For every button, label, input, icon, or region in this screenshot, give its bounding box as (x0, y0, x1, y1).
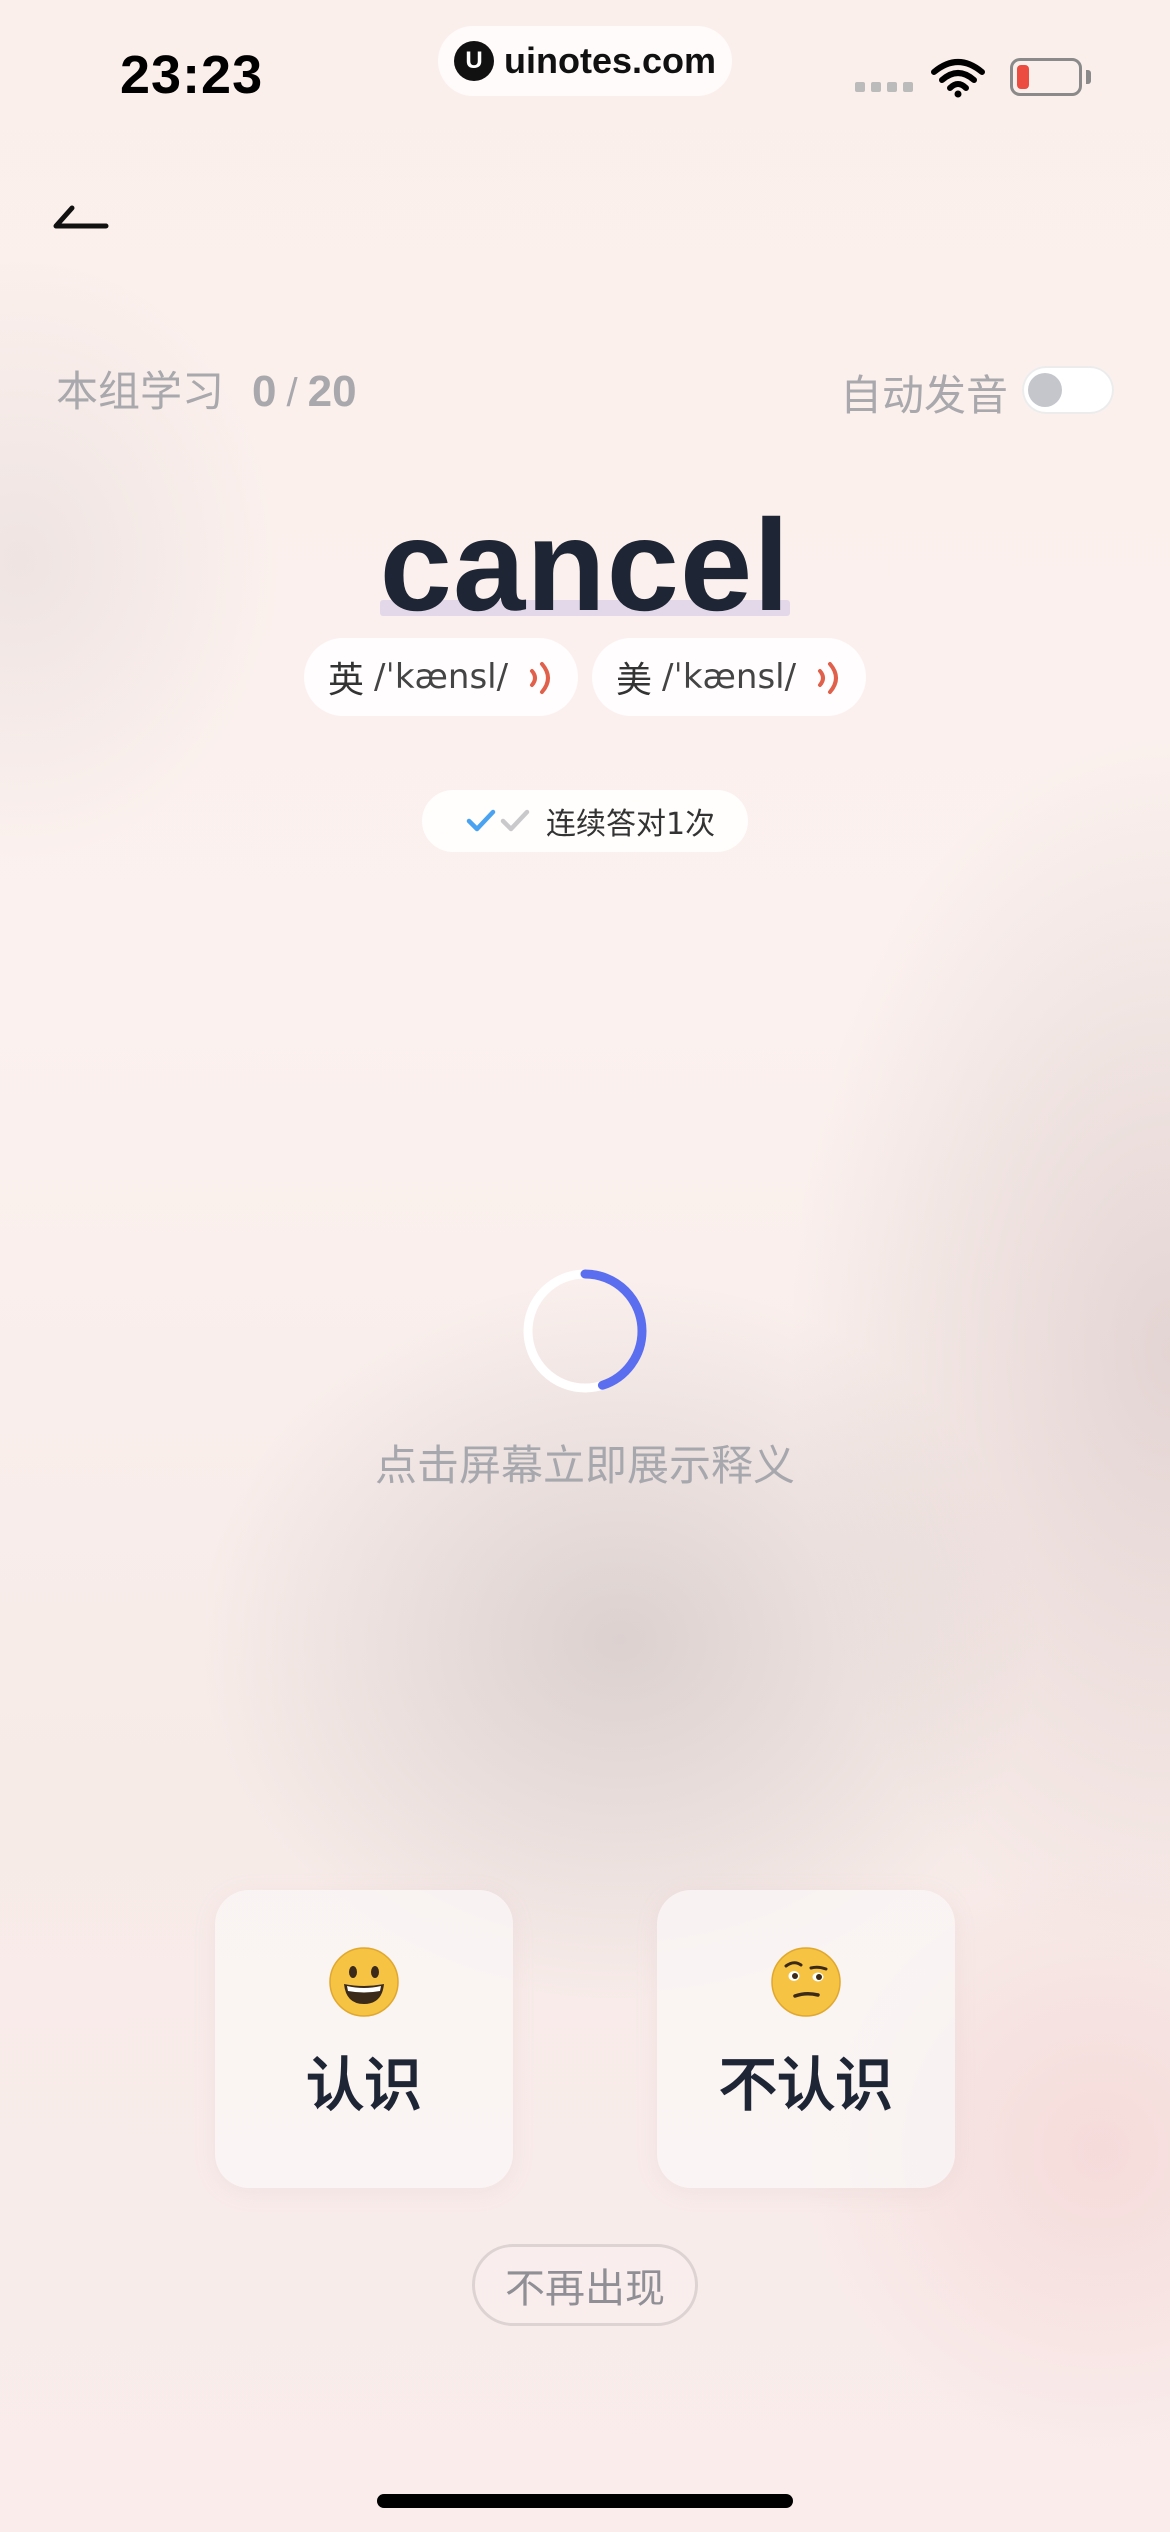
battery-level (1017, 65, 1029, 89)
phonetic-ipa: /ˈkænsl/ (662, 657, 797, 697)
site-badge: U uinotes.com (438, 26, 732, 96)
phonetic-region: 英 (328, 660, 365, 701)
status-time: 23:23 (120, 45, 264, 105)
phonetic-us-button[interactable]: 美 /ˈkænsl/ (592, 638, 866, 716)
check-done-icon (466, 809, 496, 832)
back-arrow-icon[interactable] (50, 200, 120, 240)
progress-label: 本组学习 (56, 367, 225, 416)
site-name: uinotes.com (504, 40, 717, 81)
speaker-icon (530, 662, 550, 694)
site-logo-icon: U (454, 41, 494, 81)
reveal-hint[interactable]: 点击屏幕立即展示释义 (0, 1432, 1170, 1493)
grinning-face-icon (329, 1947, 399, 2017)
group-progress: 本组学习 0 / 20 (56, 358, 357, 419)
speaker-icon (818, 662, 838, 694)
progress-total: 20 (307, 367, 357, 416)
unknown-button[interactable]: 不认识 (657, 1890, 955, 2188)
never-show-button[interactable]: 不再出现 (472, 2244, 698, 2326)
raised-eyebrow-face-icon (771, 1947, 841, 2017)
toggle-knob (1028, 373, 1062, 407)
streak-checks (466, 808, 530, 834)
countdown-spinner (523, 1269, 647, 1393)
progress-current: 0 (252, 367, 277, 416)
phonetic-uk-button[interactable]: 英 /ˈkænsl/ (304, 638, 578, 716)
know-label: 认识 (305, 2051, 422, 2119)
phonetic-region: 美 (616, 660, 653, 701)
unknown-label: 不认识 (718, 2051, 893, 2119)
word-container: cancel (0, 490, 1170, 640)
wifi-icon (931, 59, 985, 98)
progress-separator: / (286, 371, 298, 415)
word-text: cancel (379, 490, 791, 640)
phonetic-ipa: /ˈkænsl/ (374, 657, 509, 697)
word-label: cancel (379, 492, 791, 638)
home-indicator[interactable] (377, 2494, 793, 2508)
auto-pronounce-toggle[interactable] (1022, 366, 1114, 414)
battery-icon (1010, 58, 1082, 96)
auto-pronounce-label: 自动发音 (840, 371, 1009, 420)
cellular-signal-icon (855, 82, 913, 92)
battery-tip (1086, 70, 1091, 84)
streak-text: 连续答对1次 (546, 807, 716, 842)
know-button[interactable]: 认识 (215, 1890, 513, 2188)
check-pending-icon (500, 809, 530, 832)
streak-badge: 连续答对1次 (422, 790, 748, 852)
